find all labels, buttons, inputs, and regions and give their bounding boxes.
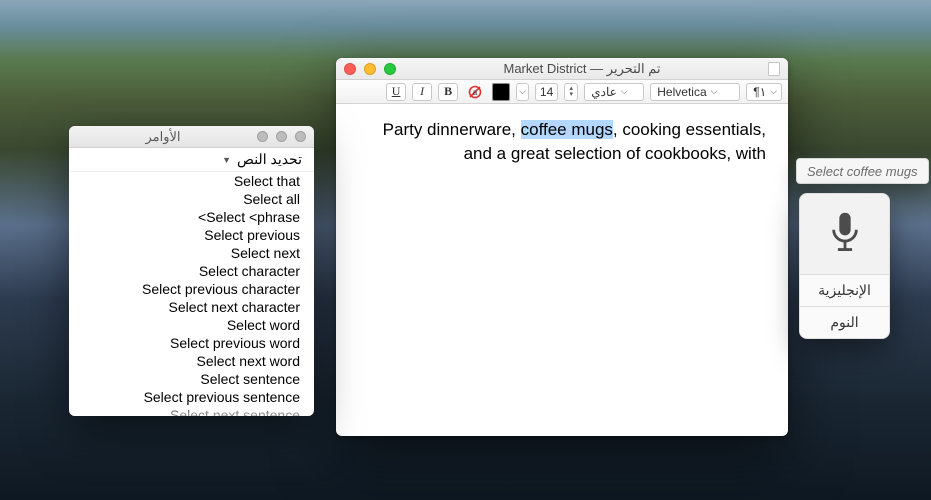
- text-editor-window: Market District — تم التحرير ¶١ ⌵ Helvet…: [336, 58, 788, 436]
- paragraph-direction-label: ¶١: [753, 85, 766, 99]
- bold-button[interactable]: B: [438, 83, 458, 101]
- paragraph-direction-button[interactable]: ¶١ ⌵: [746, 83, 782, 101]
- chevron-down-icon: ⌵: [519, 86, 526, 97]
- command-item[interactable]: Select sentence: [69, 370, 314, 388]
- underline-button[interactable]: U: [386, 83, 406, 101]
- command-item[interactable]: Select all: [69, 190, 314, 208]
- disclosure-triangle-icon[interactable]: ▼: [222, 155, 231, 165]
- editor-text-area[interactable]: Party dinnerware, coffee mugs, cooking e…: [336, 104, 788, 436]
- commands-titlebar[interactable]: الأوامر: [69, 126, 314, 148]
- font-family-label: Helvetica: [657, 85, 706, 99]
- dictation-language-button[interactable]: الإنجليزية: [800, 274, 889, 306]
- body-text-before: Party dinnerware,: [383, 120, 521, 139]
- document-icon: [768, 62, 780, 76]
- dictation-panel[interactable]: الإنجليزية النوم: [799, 193, 890, 339]
- zoom-icon[interactable]: [384, 63, 396, 75]
- window-title: Market District — تم التحرير: [404, 61, 760, 77]
- command-item[interactable]: Select next word: [69, 352, 314, 370]
- commands-panel: الأوامر ▼ تحديد النص Select that Select …: [69, 126, 314, 416]
- command-item[interactable]: Select previous: [69, 226, 314, 244]
- commands-section-label: تحديد النص: [237, 151, 302, 168]
- zoom-icon[interactable]: [295, 131, 306, 142]
- font-size-dropdown[interactable]: ⌵: [516, 83, 529, 101]
- close-icon[interactable]: [344, 63, 356, 75]
- italic-button[interactable]: I: [412, 83, 432, 101]
- editor-titlebar[interactable]: Market District — تم التحرير: [336, 58, 788, 80]
- dictation-state-button[interactable]: النوم: [800, 306, 889, 338]
- strikethrough-button[interactable]: a: [464, 83, 486, 101]
- command-item[interactable]: Select word: [69, 316, 314, 334]
- body-text-selection: coffee mugs: [521, 120, 613, 139]
- commands-list: Select that Select all <Select <phrase S…: [69, 172, 314, 416]
- close-icon[interactable]: [257, 131, 268, 142]
- commands-section-header[interactable]: ▼ تحديد النص: [69, 148, 314, 172]
- command-item[interactable]: Select previous sentence: [69, 388, 314, 406]
- minimize-icon[interactable]: [276, 131, 287, 142]
- commands-title: الأوامر: [77, 129, 249, 145]
- font-weight-select[interactable]: عادي ⌵: [584, 83, 644, 101]
- microphone-icon[interactable]: [800, 194, 889, 274]
- command-item[interactable]: Select previous word: [69, 334, 314, 352]
- dictation-feedback-text: Select coffee mugs: [807, 164, 918, 179]
- chevron-down-icon: ⌵: [621, 86, 628, 97]
- command-item[interactable]: <Select <phrase: [69, 208, 314, 226]
- chevron-down-icon: ⌵: [770, 86, 777, 97]
- font-weight-label: عادي: [591, 85, 617, 99]
- command-item[interactable]: Select character: [69, 262, 314, 280]
- dictation-feedback-bubble: Select coffee mugs: [796, 158, 929, 184]
- font-family-select[interactable]: Helvetica ⌵: [650, 83, 740, 101]
- command-item[interactable]: Select that: [69, 172, 314, 190]
- chevron-down-icon: ⌵: [711, 86, 718, 97]
- font-size-field[interactable]: 14: [535, 83, 558, 101]
- minimize-icon[interactable]: [364, 63, 376, 75]
- text-color-well[interactable]: [492, 83, 510, 101]
- command-item[interactable]: Select next: [69, 244, 314, 262]
- traffic-lights[interactable]: [344, 63, 396, 75]
- font-size-stepper[interactable]: ▴▾: [564, 83, 578, 101]
- format-toolbar: ¶١ ⌵ Helvetica ⌵ عادي ⌵ ▴▾ 14 ⌵ a B I U: [336, 80, 788, 104]
- command-item[interactable]: Select next character: [69, 298, 314, 316]
- svg-text:a: a: [473, 88, 478, 97]
- traffic-lights[interactable]: [257, 131, 306, 142]
- command-item[interactable]: Select previous character: [69, 280, 314, 298]
